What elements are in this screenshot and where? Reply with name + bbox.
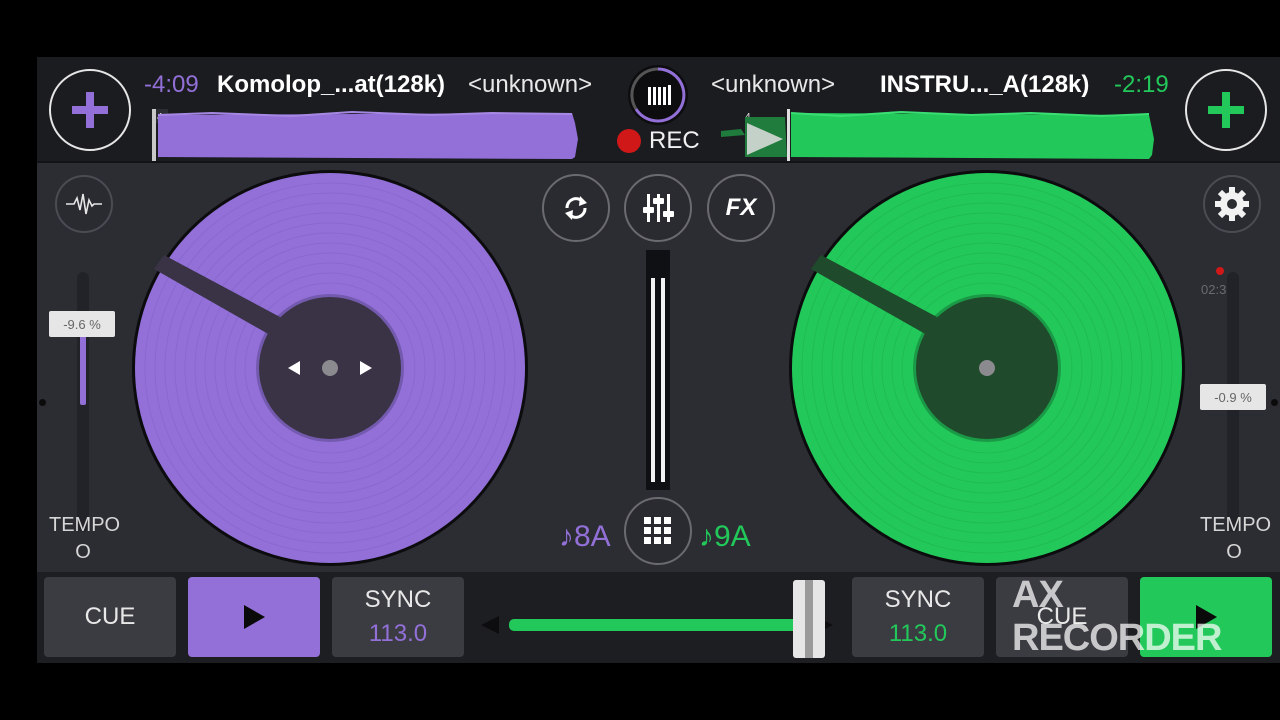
deck-a-tempo-label: TEMPO O (49, 514, 121, 563)
deck-a-remaining-time: -4:09 (144, 71, 199, 98)
recorder-watermark-text: AX RECORDER (1012, 574, 1222, 659)
waveform-icon (66, 193, 102, 215)
deck-b-waveform[interactable]: 4 (721, 109, 1155, 161)
settings-icon (1215, 187, 1249, 221)
deck-a-cue-button[interactable]: CUE (44, 577, 176, 657)
settings-button[interactable] (1203, 175, 1261, 233)
deck-a-pitch-center-dot (39, 399, 46, 406)
deck-a-artist: <unknown> (468, 71, 593, 98)
fx-icon: FX (725, 194, 757, 221)
deck-b-turntable[interactable] (787, 169, 1187, 569)
deck-b-time-readout: 02:3 (1201, 282, 1227, 297)
deck-a-track-title[interactable]: Komolop_...at(128k) (217, 71, 445, 99)
crossfader[interactable] (477, 580, 837, 658)
master-level-meter (646, 250, 670, 490)
deck-a-waveform-button[interactable] (55, 175, 113, 233)
plus-icon (72, 92, 108, 128)
deck-b-artist: <unknown> (711, 71, 836, 98)
deck-a-turntable[interactable] (130, 169, 530, 569)
deck-b-bpm: 113.0 (888, 620, 948, 647)
plus-icon (1208, 92, 1244, 128)
mixer-button[interactable] (624, 174, 692, 242)
rec-dot-icon (617, 129, 641, 153)
deck-b-add-track-button[interactable] (1185, 69, 1267, 151)
deck-a-key: ♪8A (559, 520, 611, 553)
deck-a-waveform[interactable]: 4 (152, 109, 580, 161)
sampler-button[interactable] (624, 497, 692, 565)
deck-a-pitch-fill (80, 327, 86, 405)
deck-b-sync-button[interactable]: SYNC 113.0 (852, 577, 984, 657)
rec-label: REC (649, 127, 700, 154)
deck-a-bpm: 113.0 (368, 620, 428, 647)
deck-a-spindle (322, 360, 338, 376)
deck-b-remaining-time: -2:19 (1114, 71, 1169, 98)
deck-b-pitch-center-dot (1271, 399, 1278, 406)
loop-icon (565, 196, 587, 220)
deck-b-spindle (979, 360, 995, 376)
sampler-grid-icon (644, 517, 671, 544)
deck-a-pitch-value[interactable]: -9.6 % (49, 311, 115, 337)
deck-a-sync-button[interactable]: SYNC 113.0 (332, 577, 464, 657)
dj-app: -4:09 Komolop_...at(128k) <unknown> 4 RE… (37, 57, 1280, 663)
deck-b-tempo-label: TEMPO O (1200, 514, 1272, 563)
mixer-icon (643, 194, 674, 222)
deck-b-time-indicator: 02:3 (1199, 262, 1235, 306)
record-button[interactable]: REC (617, 127, 707, 155)
recorder-watermark: AX RECORDER (1012, 574, 1252, 659)
deck-b-time-dot (1216, 267, 1224, 275)
top-divider (37, 161, 1280, 163)
fx-button[interactable]: FX (707, 174, 775, 242)
library-icon (648, 85, 671, 105)
deck-a-add-track-button[interactable] (49, 69, 131, 151)
deck-a-play-button[interactable] (188, 577, 320, 657)
mix-level-knob[interactable] (628, 65, 688, 125)
transport-bar: CUE SYNC 113.0 SYNC 113.0 CUE AX RECORDE… (37, 572, 1280, 663)
top-bar: -4:09 Komolop_...at(128k) <unknown> 4 RE… (37, 57, 1280, 161)
deck-b-track-title[interactable]: INSTRU..._A(128k) (880, 71, 1089, 99)
deck-b-pitch-value[interactable]: -0.9 % (1200, 384, 1266, 410)
deck-b-key: ♪9A (699, 520, 751, 553)
loop-button[interactable] (542, 174, 610, 242)
play-icon (244, 605, 265, 629)
